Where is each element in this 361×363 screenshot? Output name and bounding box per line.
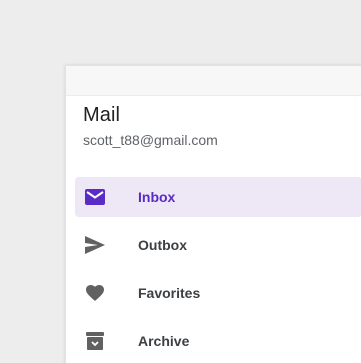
nav-item-favorites[interactable]: Favorites: [75, 273, 361, 313]
navigation-drawer: Mail scott_t88@gmail.com Inbox Outbox Fa…: [65, 65, 361, 363]
nav-item-archive[interactable]: Archive: [75, 321, 361, 361]
account-title: Mail: [83, 104, 121, 126]
account-email: scott_t88@gmail.com: [83, 132, 218, 148]
nav-item-inbox[interactable]: Inbox: [75, 177, 361, 217]
drawer-top-bar: [66, 66, 361, 96]
archive-icon: [85, 331, 105, 351]
mail-icon: [85, 187, 105, 207]
send-icon: [85, 235, 105, 255]
drawer-nav-list: Inbox Outbox Favorites Archive: [75, 177, 361, 363]
nav-label-archive: Archive: [138, 333, 190, 349]
nav-label-favorites: Favorites: [138, 285, 201, 301]
nav-item-outbox[interactable]: Outbox: [75, 225, 361, 265]
app-stage: Mail scott_t88@gmail.com Inbox Outbox Fa…: [0, 0, 361, 363]
heart-icon: [85, 283, 105, 303]
nav-label-inbox: Inbox: [138, 189, 176, 205]
nav-label-outbox: Outbox: [138, 237, 187, 253]
